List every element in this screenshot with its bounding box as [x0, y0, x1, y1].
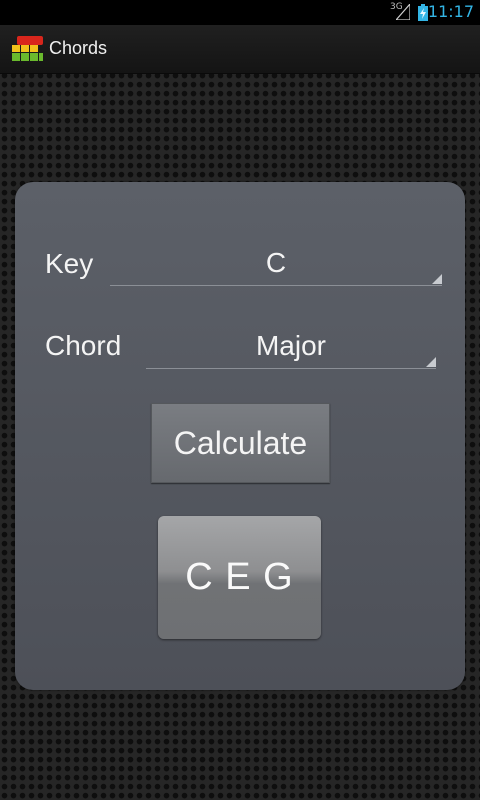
spinner-arrow-icon — [426, 357, 436, 367]
key-label: Key — [45, 248, 94, 279]
chord-label: Chord — [45, 330, 122, 361]
status-bar: 3G 11:17 — [0, 0, 480, 25]
calculate-button[interactable]: Calculate — [151, 403, 330, 483]
battery-charging-icon — [418, 4, 428, 21]
chords-app-icon[interactable] — [10, 33, 44, 65]
key-spinner[interactable]: C — [110, 245, 442, 286]
action-bar: Chords — [0, 25, 480, 74]
chord-spinner[interactable]: Major — [146, 328, 436, 369]
spinner-arrow-icon — [432, 274, 442, 284]
chord-panel: Key C Chord Major Calculate C E G — [15, 182, 465, 690]
app-title: Chords — [49, 38, 108, 58]
chord-spinner-value: Major — [255, 330, 326, 361]
key-spinner-value: C — [265, 247, 287, 278]
chord-result: C E G — [158, 516, 321, 639]
screen: 3G 11:17 Chords Key C Chord Major Calcul… — [0, 0, 480, 800]
signal-icon — [396, 4, 410, 20]
status-clock: 11:17 — [427, 2, 474, 21]
